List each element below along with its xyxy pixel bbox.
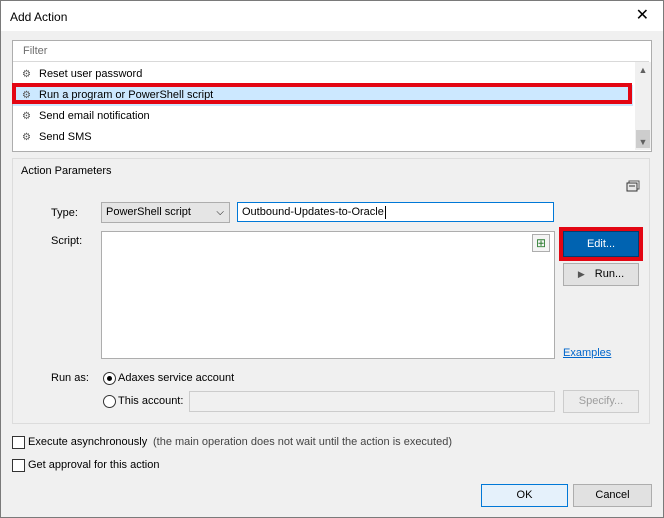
scroll-down-icon[interactable]: ▼ (635, 134, 651, 150)
list-item-selected[interactable]: ⚙ Run a program or PowerShell script (13, 85, 633, 106)
chevron-down-icon: ⌵ (216, 207, 224, 218)
async-label: Execute asynchronously (28, 436, 148, 448)
list-item-label: Reset user password (39, 68, 143, 80)
gear-icon: ⚙ (22, 132, 31, 143)
group-title: Action Parameters (21, 165, 112, 177)
this-account-label: This account: (118, 395, 184, 407)
title-bar: Add Action ✕ (1, 1, 663, 31)
account-input[interactable] (189, 391, 555, 412)
specify-button[interactable]: Specify... (563, 390, 639, 413)
action-list-items: ⚙ Reset user password ⚙ Run a program or P… (13, 64, 633, 148)
cancel-button[interactable]: Cancel (573, 484, 652, 507)
approval-label: Get approval for this action (28, 459, 160, 471)
type-label: Type: (51, 207, 78, 219)
gear-icon: ⚙ (22, 111, 31, 122)
list-scrollbar[interactable]: ▲ ▼ (635, 62, 651, 150)
action-name-input[interactable]: Outbound-Updates-to-Oracle (237, 202, 554, 222)
list-item[interactable]: ⚙ Send email notification (13, 106, 633, 127)
insert-value-icon[interactable]: ⊞ (532, 234, 550, 252)
service-account-radio[interactable] (103, 372, 116, 385)
list-item-label: Run a program or PowerShell script (39, 89, 214, 101)
script-editor[interactable] (101, 231, 555, 359)
gear-icon: ⚙ (22, 90, 31, 101)
gear-icon: ⚙ (22, 69, 31, 80)
this-account-radio[interactable] (103, 395, 116, 408)
service-account-label: Adaxes service account (118, 372, 235, 384)
approval-checkbox[interactable] (12, 459, 25, 472)
type-select[interactable]: PowerShell script ⌵ (101, 202, 230, 223)
list-item[interactable]: ⚙ Send SMS (13, 127, 633, 148)
list-item-label: Send SMS (39, 131, 92, 143)
window-title: Add Action (10, 10, 68, 24)
async-checkbox[interactable] (12, 436, 25, 449)
action-list: ⚙ Reset user password ⚙ Run a program or P… (12, 40, 652, 152)
filter-input[interactable] (13, 41, 649, 62)
run-button[interactable]: ▶ Run... (563, 263, 639, 286)
script-label: Script: (51, 235, 83, 247)
play-icon: ▶ (577, 269, 585, 279)
edit-button[interactable]: Edit... (563, 231, 639, 257)
examples-link[interactable]: Examples (563, 347, 611, 359)
scroll-up-icon[interactable]: ▲ (635, 62, 651, 78)
text-caret (384, 205, 386, 219)
run-button-label: Run... (594, 268, 625, 280)
action-name-value: Outbound-Updates-to-Oracle (242, 206, 384, 218)
close-icon[interactable]: ✕ (636, 6, 649, 26)
async-note: (the main operation does not wait until … (153, 436, 453, 448)
list-item-label: Send email notification (39, 110, 150, 122)
list-item[interactable]: ⚙ Reset user password (13, 64, 633, 85)
run-as-label: Run as: (51, 372, 89, 384)
type-select-value: PowerShell script (106, 206, 191, 218)
ok-button[interactable]: OK (481, 484, 568, 507)
parameters-icon[interactable] (626, 180, 640, 192)
